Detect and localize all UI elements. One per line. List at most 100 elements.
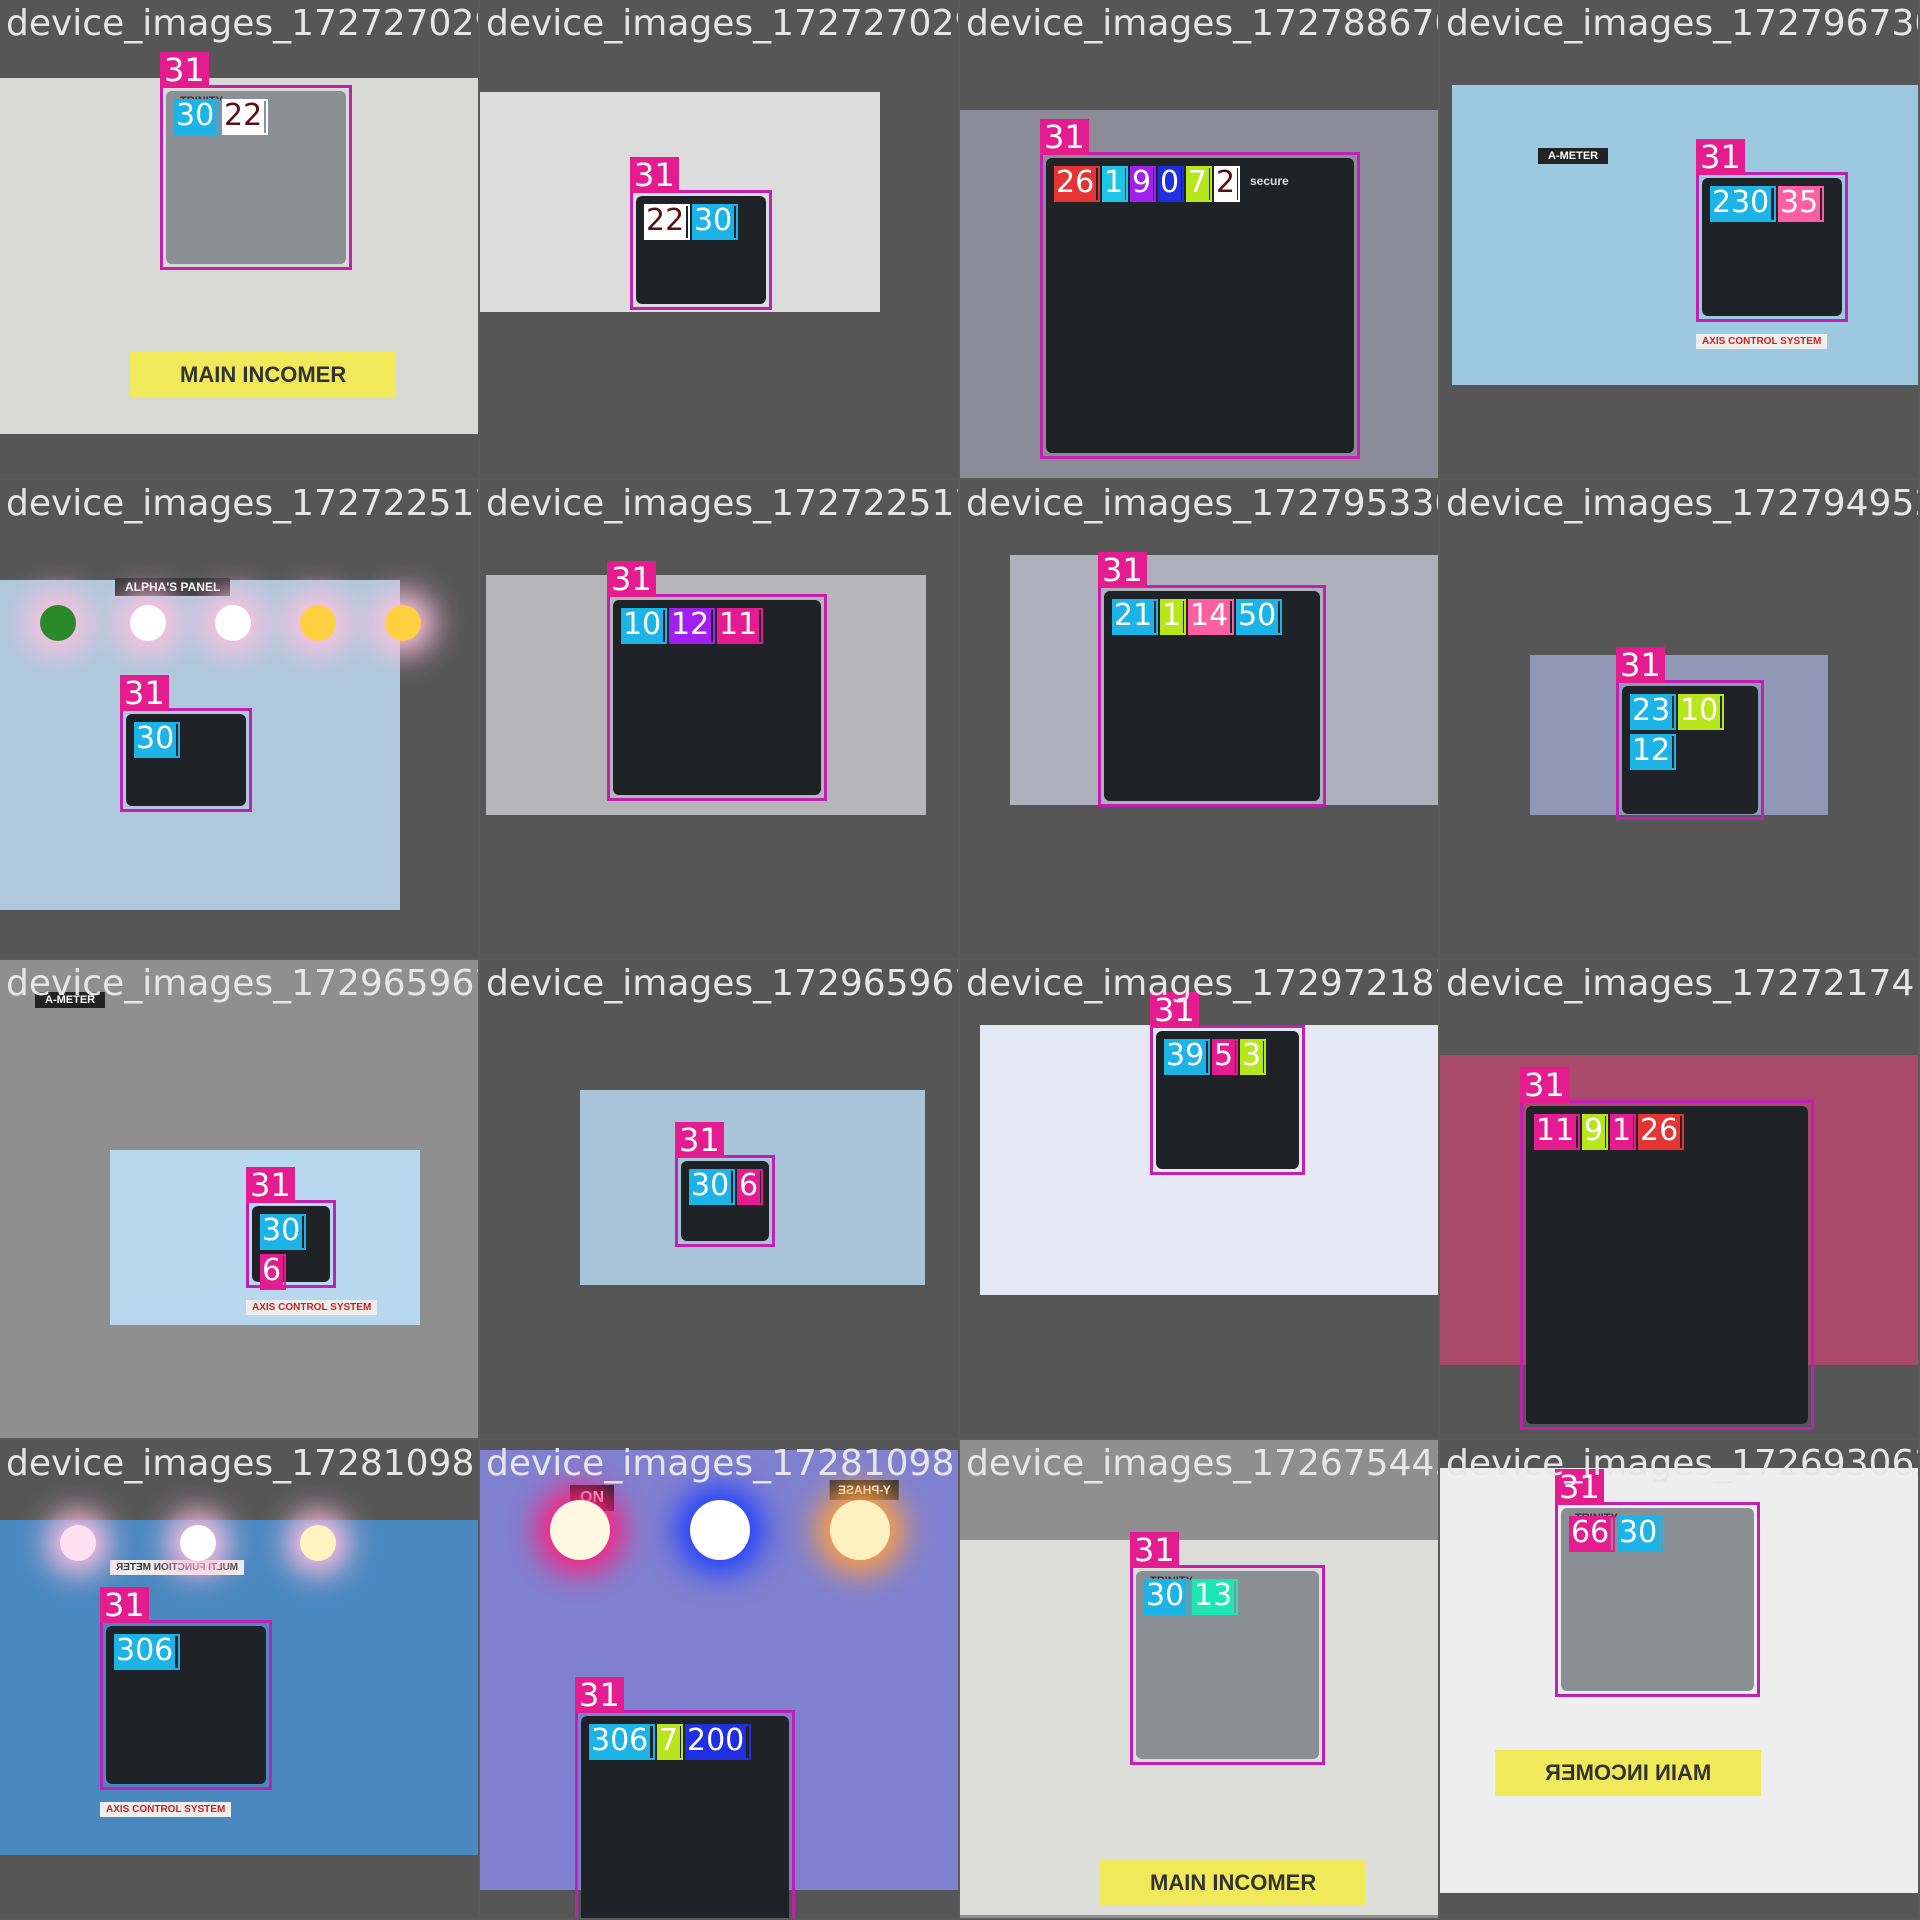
class-tag: 31 — [120, 675, 169, 711]
digit-label: 306 — [114, 1633, 176, 1668]
digit-box: 306 — [114, 1634, 180, 1670]
digit-label: 5 — [1212, 1038, 1236, 1073]
digit-label: 23 — [1630, 693, 1673, 728]
digit-box: 22 — [644, 204, 690, 240]
digit-box: 3 — [1240, 1039, 1266, 1075]
indicator-lamp — [300, 605, 336, 641]
digit-label: 26 — [1054, 165, 1097, 200]
grid-cell: MAIN INCOMERTRINITY316630device_images_1… — [1440, 1440, 1918, 1918]
device-photo — [1452, 85, 1918, 385]
digit-box: 30 — [1144, 1579, 1190, 1615]
digit-box: 0 — [1158, 166, 1184, 202]
digit-label: 30 — [174, 98, 217, 133]
image-filename-caption: device_images_1728109812926754437607 — [486, 1443, 958, 1484]
digit-box: 23 — [1630, 694, 1676, 730]
indicator-lamp — [180, 1525, 216, 1561]
digit-label: 26 — [1638, 1113, 1681, 1148]
digit-box: 10 — [621, 608, 667, 644]
grid-cell: 31 2111450 device_images_17279533038379495… — [960, 480, 1438, 958]
class-tag: 31 — [630, 157, 679, 193]
digit-box: 66 — [1569, 1516, 1615, 1552]
indicator-lamp — [385, 605, 421, 641]
digit-label: 30 — [692, 203, 735, 238]
digit-box: 9 — [1130, 166, 1156, 202]
grid-cell: 31 101211 device_images_172722517312179533… — [480, 480, 958, 958]
image-filename-caption: device_images_1727217419740790777 — [1446, 963, 1918, 1004]
digit-box: 12 — [1630, 734, 1676, 770]
digit-label: 11 — [1534, 1113, 1577, 1148]
digit-label: 35 — [1778, 185, 1821, 220]
digit-label: 6 — [737, 1168, 761, 1203]
digit-label: 7 — [1186, 165, 1210, 200]
image-filename-caption: device_images_1727886701111727967301 — [966, 3, 1438, 44]
class-tag: 31 — [100, 1587, 149, 1623]
digit-box: 306 — [589, 1724, 655, 1760]
image-filename-caption: device_images_1727270296313 — [6, 3, 478, 44]
digit-label: 50 — [1236, 598, 1279, 633]
image-filename-caption: device_images_1729721876027217419740 — [966, 963, 1438, 1004]
digit-box: 30 — [174, 99, 220, 135]
image-filename-caption: device_images_1729659673949721876024 — [486, 963, 958, 1004]
class-tag: 31 — [575, 1677, 624, 1713]
digit-box: 11 — [1534, 1114, 1580, 1150]
image-filename-caption: device_images_1727225173121795330383 — [486, 483, 958, 524]
digit-label: 230 — [1710, 185, 1772, 220]
image-filename-caption: device_images_1729659673943 — [6, 963, 478, 1004]
image-filename-caption: device_images_1727953303837949527694 — [966, 483, 1438, 524]
digit-label: 3 — [1240, 1038, 1264, 1073]
panel-label: ALPHA'S PANEL — [115, 578, 231, 596]
class-tag: 31 — [1696, 139, 1745, 175]
digit-label: 9 — [1130, 165, 1154, 200]
digit-label: 22 — [222, 98, 265, 133]
grid-cell: 31 2230 device_images_17272702961321788670… — [480, 0, 958, 478]
panel-label: MAIN INCOMER — [130, 352, 397, 398]
digit-box: 30 — [260, 1214, 306, 1250]
class-tag: 31 — [675, 1122, 724, 1158]
image-filename-caption: device_images_1726754437627693062403 — [966, 1443, 1438, 1484]
digit-label: 13 — [1192, 1578, 1235, 1613]
panel-sublabel: AXIS CONTROL SYSTEM — [100, 1802, 232, 1817]
image-filename-caption: device_images_1726930624327599018 — [1446, 1443, 1918, 1484]
class-tag: 31 — [607, 561, 656, 597]
digit-box: 7 — [1186, 166, 1212, 202]
indicator-lamp — [60, 1525, 96, 1561]
class-tag: 31 — [1040, 119, 1089, 155]
class-tag: 31 — [160, 52, 209, 88]
digit-label: 2 — [1214, 165, 1238, 200]
digit-box: 35 — [1778, 186, 1824, 222]
digit-label: 21 — [1112, 598, 1155, 633]
grid-cell: 31 231012 device_images_172794952769417903… — [1440, 480, 1918, 958]
class-tag: 31 — [1130, 1532, 1179, 1568]
digit-box: 30 — [689, 1169, 735, 1205]
digit-box: 5 — [1212, 1039, 1238, 1075]
digit-label: 200 — [685, 1723, 747, 1758]
class-tag: 31 — [1616, 647, 1665, 683]
digit-box: 30 — [134, 722, 180, 758]
grid-cell: 31 306 device_images_172965967394972187602… — [480, 960, 958, 1438]
panel-sublabel: AXIS CONTROL SYSTEM — [1696, 334, 1828, 349]
grid-cell: ON Y-PHASE 31 306 7 200 device_images_17281098… — [480, 1440, 958, 1918]
grid-cell: MULTI FUNCTION METER AXIS CONTROL SYSTEM 3… — [0, 1440, 478, 1918]
image-filename-caption: device_images_1727949527694179037523 — [1446, 483, 1918, 524]
indicator-lamp — [40, 605, 76, 641]
indicator-lamp — [215, 605, 251, 641]
digit-label: 0 — [1158, 165, 1182, 200]
grid-cell: MAIN INCOMERTRINITY313022device_images_1… — [0, 0, 478, 478]
digit-box: 6 — [737, 1169, 763, 1205]
digit-label: 1 — [1610, 1113, 1634, 1148]
panel-label: MULTI FUNCTION METER — [110, 1560, 245, 1575]
class-tag: 31 — [246, 1167, 295, 1203]
digit-label: 1 — [1160, 598, 1184, 633]
digit-box: 30 — [692, 204, 738, 240]
digit-label: 30 — [134, 721, 177, 756]
digit-label: 66 — [1569, 1515, 1612, 1550]
digit-box: 1 — [1610, 1114, 1636, 1150]
digit-label: 12 — [1630, 733, 1673, 768]
digit-box: 26 — [1638, 1114, 1684, 1150]
digit-label: 14 — [1188, 598, 1231, 633]
digit-box: 26 — [1054, 166, 1100, 202]
digit-box: 9 — [1582, 1114, 1608, 1150]
digit-box: 11 — [717, 608, 763, 644]
grid-cell: A-METER AXIS CONTROL SYSTEM 31 30 6 device_im… — [0, 960, 478, 1438]
indicator-lamp — [300, 1525, 336, 1561]
